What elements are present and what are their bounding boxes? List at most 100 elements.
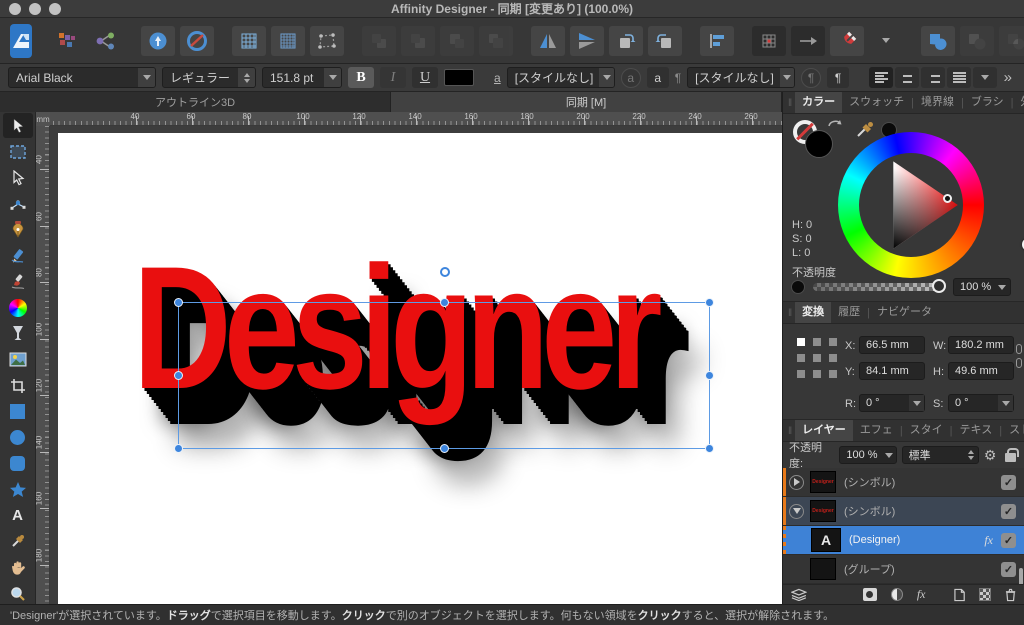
grid-options-button[interactable] (271, 26, 305, 56)
layer-row-group[interactable]: (グループ) ✓ (783, 555, 1024, 584)
place-image-tool[interactable] (3, 347, 33, 372)
affinity-logo-icon[interactable] (10, 24, 32, 58)
layer-visibility-checkbox[interactable]: ✓ (1001, 562, 1016, 577)
transparency-tool[interactable] (3, 321, 33, 346)
adjustment-layer-icon[interactable] (891, 588, 903, 601)
hue-wheel[interactable] (838, 132, 984, 278)
rotation-combo[interactable]: 0 ° (859, 394, 925, 412)
opacity-slider-handle[interactable] (932, 279, 946, 293)
pencil-tool[interactable] (3, 243, 33, 268)
star-tool[interactable] (3, 477, 33, 502)
layer-row-symbol-2[interactable]: Designer (シンボル) ✓ (783, 497, 1024, 526)
transform-cage-button[interactable] (310, 26, 344, 56)
anchor-point-selector[interactable] (797, 338, 838, 379)
font-family-combo[interactable]: Arial Black (8, 67, 156, 88)
expand-collapsed-icon[interactable] (789, 475, 804, 490)
expand-expanded-icon[interactable] (789, 504, 804, 519)
snapping-magnet-toggle[interactable] (830, 26, 864, 56)
blend-options-gear-icon[interactable]: ⚙ (984, 447, 997, 464)
layer-fx-badge[interactable]: fx (984, 533, 993, 548)
tab-stroke[interactable]: 境界線 (914, 92, 961, 113)
zoom-tool[interactable] (3, 581, 33, 606)
tab-history[interactable]: 履歴 (831, 302, 867, 323)
mask-layer-icon[interactable] (863, 588, 877, 601)
alignment-options-button[interactable] (700, 26, 734, 56)
font-size-combo[interactable]: 151.8 pt (262, 67, 342, 88)
create-symbol-button[interactable] (141, 26, 175, 56)
color-picker-icon[interactable] (855, 120, 875, 140)
align-left-button[interactable] (869, 67, 893, 88)
snap-grid-toggle[interactable] (752, 26, 786, 56)
selection-handle-s[interactable] (440, 444, 449, 453)
pixel-persona-button[interactable] (50, 26, 84, 56)
layers-opacity-combo[interactable]: 100 % (839, 446, 896, 464)
saturation-triangle[interactable] (859, 153, 963, 257)
selection-bounding-box[interactable] (178, 302, 710, 449)
panel-drag-handle[interactable]: ‖ (787, 98, 795, 113)
text-color-swatch[interactable] (444, 69, 474, 86)
tab-navigator[interactable]: ナビゲータ (870, 302, 939, 323)
tab-text-styles[interactable]: テキス (953, 420, 1000, 441)
snapping-caret[interactable] (869, 26, 903, 56)
h-field[interactable]: 49.6 mm (948, 362, 1014, 380)
delete-layer-icon[interactable] (1005, 588, 1016, 602)
tab-stock[interactable]: ストッ (1002, 420, 1024, 441)
new-layer-icon[interactable] (954, 588, 965, 602)
show-grid-button[interactable] (232, 26, 266, 56)
rectangle-tool[interactable] (3, 399, 33, 424)
selection-handle-e[interactable] (705, 371, 714, 380)
flip-horizontal-button[interactable] (531, 26, 565, 56)
apply-character-style-button[interactable]: a (647, 67, 669, 88)
rounded-rectangle-tool[interactable] (3, 451, 33, 476)
blend-mode-combo[interactable]: 標準 (902, 446, 979, 464)
detach-symbol-button[interactable] (180, 26, 214, 56)
tab-swatches[interactable]: スウォッチ (842, 92, 911, 113)
node-tool[interactable] (3, 165, 33, 190)
point-transform-tool[interactable] (3, 191, 33, 216)
saturation-handle[interactable] (943, 194, 952, 203)
opacity-slider[interactable] (813, 283, 939, 291)
layer-visibility-checkbox[interactable]: ✓ (1001, 475, 1016, 490)
toolbar-overflow-button[interactable]: » (1004, 69, 1016, 86)
link-dimensions-icon[interactable] (1016, 344, 1022, 370)
selection-handle-w[interactable] (174, 371, 183, 380)
layer-row-symbol-1[interactable]: Designer (シンボル) ✓ (783, 468, 1024, 497)
selection-handle-n[interactable] (440, 298, 449, 307)
underline-button[interactable]: U (412, 67, 438, 88)
vector-brush-tool[interactable] (3, 269, 33, 294)
opacity-field[interactable]: 100 % (953, 278, 1011, 296)
move-tool[interactable] (3, 113, 33, 138)
layer-row-designer-text[interactable]: A (Designer) fx ✓ (783, 526, 1024, 555)
align-right-button[interactable] (921, 67, 945, 88)
w-field[interactable]: 180.2 mm (948, 336, 1014, 354)
export-persona-button[interactable] (89, 26, 123, 56)
new-pixel-layer-icon[interactable] (979, 588, 991, 601)
tab-douki[interactable]: 同期 [M] (391, 92, 782, 112)
tab-brushes[interactable]: ブラシ (964, 92, 1011, 113)
align-justify-button[interactable] (947, 67, 971, 88)
artboard-tool[interactable] (3, 139, 33, 164)
shear-combo[interactable]: 0 ° (948, 394, 1014, 412)
flip-vertical-button[interactable] (570, 26, 604, 56)
canvas-viewport[interactable]: Designer 4060801001201401601802002202402… (36, 112, 782, 604)
tab-appearance[interactable]: 外観 (1014, 92, 1024, 113)
character-style-combo[interactable]: [スタイルなし] (507, 67, 615, 88)
fill-color-well[interactable] (805, 130, 833, 158)
apply-paragraph-style-button[interactable]: ¶ (827, 67, 849, 88)
tab-color[interactable]: カラー (795, 92, 842, 113)
paragraph-style-combo[interactable]: [スタイルなし] (687, 67, 795, 88)
boolean-add-button[interactable] (921, 26, 955, 56)
lock-layer-icon[interactable] (1005, 453, 1016, 462)
color-tool[interactable] (3, 295, 33, 320)
y-field[interactable]: 84.1 mm (859, 362, 925, 380)
font-style-combo[interactable]: レギュラー (162, 67, 256, 88)
rotation-handle[interactable] (440, 267, 450, 277)
swap-fill-stroke-icon[interactable] (827, 118, 843, 132)
layer-visibility-checkbox[interactable]: ✓ (1001, 533, 1016, 548)
color-picker-tool[interactable] (3, 529, 33, 554)
layer-order-icon[interactable] (791, 588, 807, 601)
tab-styles[interactable]: スタイ (903, 420, 950, 441)
rotate-ccw-button[interactable] (609, 26, 643, 56)
layer-visibility-checkbox[interactable]: ✓ (1001, 504, 1016, 519)
x-field[interactable]: 66.5 mm (859, 336, 925, 354)
